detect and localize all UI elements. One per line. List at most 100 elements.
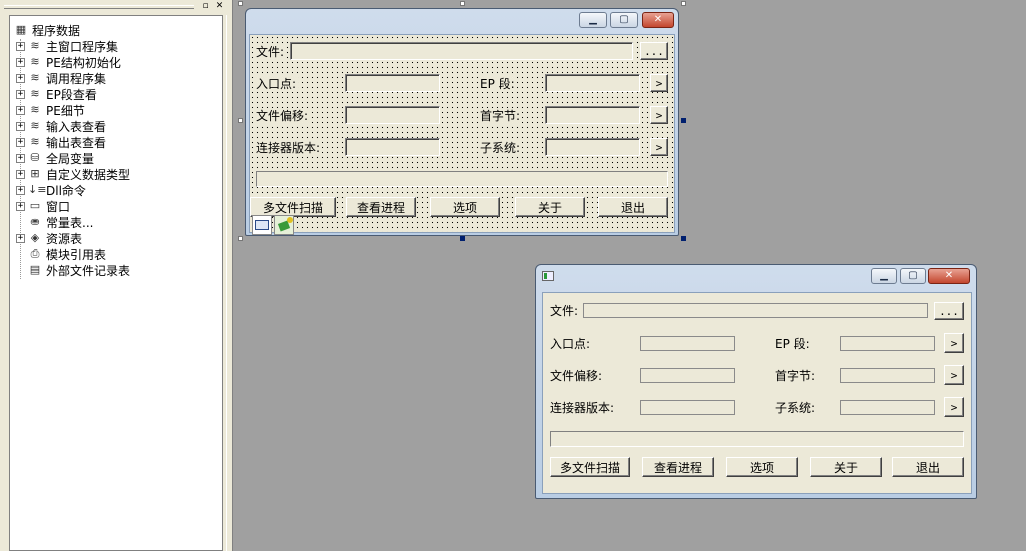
browse-button[interactable]: ...: [640, 42, 668, 60]
tree-item[interactable]: + ≋ 主窗口程序集: [16, 38, 118, 54]
expand-toggle[interactable]: +: [16, 105, 25, 115]
expand-toggle[interactable]: +: [16, 41, 25, 51]
file-offset-field[interactable]: [640, 368, 735, 383]
tree-item-label: PE结构初始化: [46, 55, 121, 70]
options-button[interactable]: 选项: [726, 457, 798, 477]
tree-item[interactable]: + ↓≡ Dll命令: [16, 182, 86, 198]
panel-restore-button[interactable]: ▫: [200, 1, 211, 11]
entry-point-field[interactable]: [345, 74, 440, 92]
exit-button[interactable]: 退出: [598, 197, 668, 217]
selection-handle[interactable]: [681, 118, 686, 123]
expand-toggle[interactable]: +: [16, 201, 25, 211]
about-button[interactable]: 关于: [515, 197, 585, 217]
expand-toggle[interactable]: +: [16, 233, 25, 243]
linker-version-field[interactable]: [640, 400, 735, 415]
ep-section-field[interactable]: [545, 74, 640, 92]
form-designer-canvas[interactable]: ▁ ▢ ✕ 文件: ... 入口点: EP 段: > 文件偏移: 首字节: > …: [233, 0, 1026, 551]
tree-item[interactable]: + ◈ 资源表: [16, 230, 82, 246]
expand-toggle[interactable]: +: [16, 57, 25, 67]
subsystem-arrow-button[interactable]: >: [944, 397, 964, 417]
file-path-field[interactable]: [290, 42, 633, 60]
expand-toggle[interactable]: +: [16, 89, 25, 99]
tree-item-label: 资源表: [46, 231, 83, 246]
tree-item[interactable]: + ≋ 输出表查看: [16, 134, 106, 150]
selection-handle[interactable]: [681, 1, 686, 6]
entry-point-label: 入口点:: [550, 336, 593, 352]
expand-toggle[interactable]: +: [16, 169, 25, 179]
maximize-button[interactable]: ▢: [900, 268, 926, 284]
form-component-icon[interactable]: [252, 215, 272, 235]
window-icon: ▭: [29, 199, 41, 212]
first-byte-field[interactable]: [840, 368, 935, 383]
expand-toggle[interactable]: +: [16, 73, 25, 83]
tree-item[interactable]: ⛂ 常量表...: [16, 214, 93, 230]
program-set-icon: ≋: [30, 103, 40, 116]
tree-item[interactable]: + ⊞ 自定义数据类型: [16, 166, 130, 182]
file-label: 文件:: [256, 44, 287, 60]
selection-handle[interactable]: [238, 236, 243, 241]
minimize-button[interactable]: ▁: [871, 268, 897, 284]
tree-root[interactable]: ▦ 程序数据: [14, 22, 80, 38]
ep-section-arrow-button[interactable]: >: [650, 74, 668, 92]
design-form-titlebar[interactable]: ▁ ▢ ✕: [246, 9, 678, 33]
subsystem-field[interactable]: [840, 400, 935, 415]
multi-file-scan-button[interactable]: 多文件扫描: [250, 197, 336, 217]
subsystem-field[interactable]: [545, 138, 640, 156]
expand-toggle[interactable]: +: [16, 137, 25, 147]
program-set-icon: ≋: [30, 71, 40, 84]
subsystem-arrow-button[interactable]: >: [650, 138, 668, 156]
first-byte-arrow-button[interactable]: >: [944, 365, 964, 385]
multi-file-scan-button[interactable]: 多文件扫描: [550, 457, 630, 477]
tree-item[interactable]: + ≋ 调用程序集: [16, 70, 106, 86]
first-byte-arrow-button[interactable]: >: [650, 106, 668, 124]
tree-item[interactable]: ⎙ 模块引用表: [16, 246, 106, 262]
ep-section-arrow-button[interactable]: >: [944, 333, 964, 353]
tree-item-label: 输出表查看: [46, 135, 107, 150]
expand-toggle[interactable]: +: [16, 185, 25, 195]
selection-handle[interactable]: [238, 1, 243, 6]
panel-close-button[interactable]: ✕: [214, 1, 225, 11]
tree-item[interactable]: + ≋ PE结构初始化: [16, 54, 121, 70]
minimize-button[interactable]: ▁: [579, 12, 607, 28]
browse-button[interactable]: ...: [934, 302, 964, 320]
options-button[interactable]: 选项: [430, 197, 500, 217]
tree-item[interactable]: + ≋ EP段查看: [16, 86, 97, 102]
event-component-icon[interactable]: [274, 215, 294, 235]
first-byte-field[interactable]: [545, 106, 640, 124]
selection-handle[interactable]: [460, 1, 465, 6]
design-form-window[interactable]: ▁ ▢ ✕ 文件: ... 入口点: EP 段: > 文件偏移: 首字节: > …: [245, 8, 679, 236]
ep-section-field[interactable]: [840, 336, 935, 351]
data-type-icon: ⊞: [30, 167, 40, 180]
entry-point-field[interactable]: [640, 336, 735, 351]
selection-handle[interactable]: [681, 236, 686, 241]
tree-item[interactable]: ▤ 外部文件记录表: [16, 262, 130, 278]
preview-window-titlebar[interactable]: ▁ ▢ ✕: [536, 265, 976, 289]
close-button[interactable]: ✕: [642, 12, 674, 28]
panel-splitter[interactable]: [226, 15, 231, 551]
preview-window[interactable]: ▁ ▢ ✕ 文件: ... 入口点: EP 段: > 文件偏移: 首字节: > …: [535, 264, 977, 499]
expand-toggle[interactable]: +: [16, 121, 25, 131]
file-path-field[interactable]: [583, 303, 928, 318]
external-file-icon: ▤: [29, 263, 41, 276]
view-process-button[interactable]: 查看进程: [346, 197, 416, 217]
tree-item-label: 全局变量: [46, 151, 95, 166]
expand-toggle[interactable]: +: [16, 153, 25, 163]
panel-grip[interactable]: [4, 5, 194, 9]
project-tree[interactable]: ▦ 程序数据 + ≋ 主窗口程序集 + ≋ PE结构初始化 + ≋ 调用程序集 + ≋ EP段查看 + ≋…: [9, 15, 223, 551]
maximize-button[interactable]: ▢: [610, 12, 638, 28]
tree-item[interactable]: + ▭ 窗口: [16, 198, 70, 214]
tree-item[interactable]: + ≋ 输入表查看: [16, 118, 106, 134]
entry-point-label: 入口点:: [256, 76, 299, 92]
tree-item[interactable]: + ≋ PE细节: [16, 102, 85, 118]
selection-handle[interactable]: [460, 236, 465, 241]
exit-button[interactable]: 退出: [892, 457, 964, 477]
file-offset-field[interactable]: [345, 106, 440, 124]
linker-version-field[interactable]: [345, 138, 440, 156]
selection-handle[interactable]: [238, 118, 243, 123]
tree-item[interactable]: + ⛁ 全局变量: [16, 150, 94, 166]
close-button[interactable]: ✕: [928, 268, 970, 284]
tree-item-label: PE细节: [46, 103, 85, 118]
view-process-button[interactable]: 查看进程: [642, 457, 714, 477]
module-reference-icon: ⎙: [30, 247, 40, 260]
about-button[interactable]: 关于: [810, 457, 882, 477]
